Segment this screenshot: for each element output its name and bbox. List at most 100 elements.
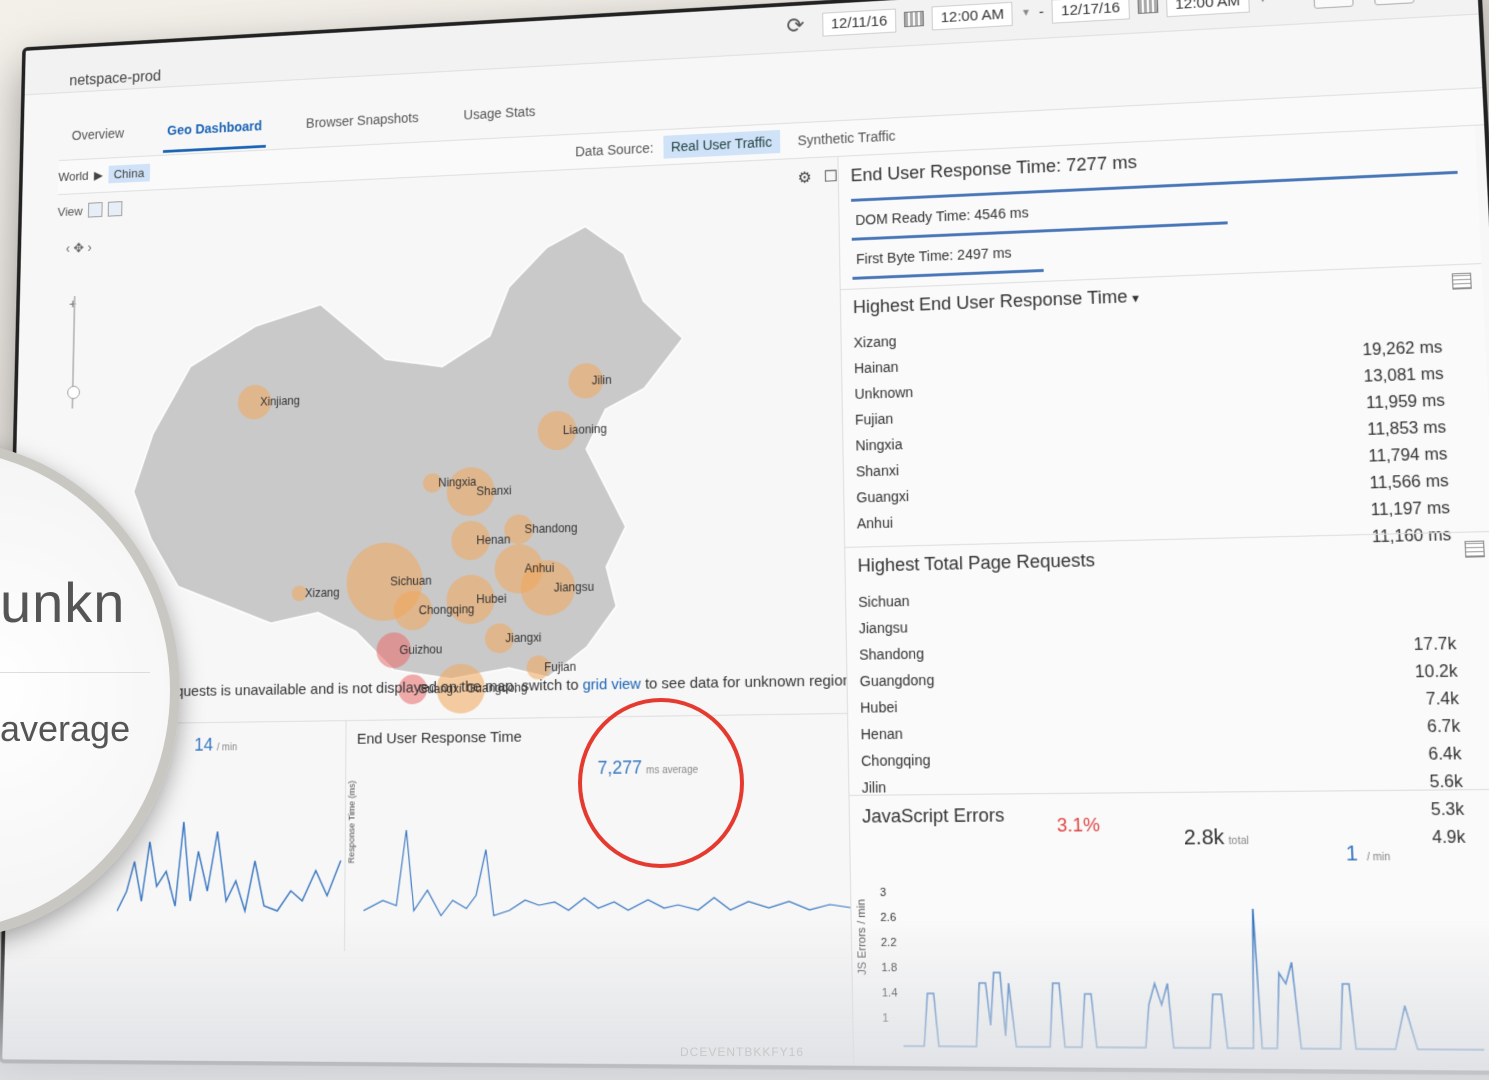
tab-overview[interactable]: Overview: [68, 109, 128, 158]
region-name: Guangxi: [856, 488, 910, 506]
tab-usage-stats[interactable]: Usage Stats: [460, 86, 540, 137]
watermark: DCEVENTBKKFY16: [680, 1045, 805, 1059]
start-time-field[interactable]: 12:00 AM: [931, 1, 1014, 30]
region-value: 10.2k: [1414, 662, 1459, 682]
js-errors-rate: 1/ min: [1345, 842, 1391, 866]
monitor-screen: netspace-prod ⟳ 12/11/16 12:00 AM ▼ - 12…: [0, 0, 1489, 1076]
breadcrumb-world[interactable]: World: [58, 169, 88, 184]
region-name: Shanxi: [855, 462, 900, 480]
region-name: Shandong: [859, 645, 925, 663]
download-icon[interactable]: ⤓: [1312, 0, 1354, 9]
chevron-down-icon[interactable]: ▼: [1258, 0, 1269, 5]
region-name: Fujian: [854, 410, 894, 428]
chevron-down-icon[interactable]: ▼: [1021, 7, 1031, 18]
tab-geo-dashboard[interactable]: Geo Dashboard: [163, 101, 266, 153]
globe-icon[interactable]: [87, 202, 103, 218]
magnified-average: average: [0, 708, 131, 749]
map-label-fujian: Fujian: [544, 661, 576, 674]
region-name: Unknown: [854, 384, 914, 402]
region-value: 11,853 ms: [1366, 419, 1447, 440]
region-value: 7.4k: [1425, 690, 1460, 709]
highest-response-panel: Highest End User Response Time ▼ Xizang Ha…: [840, 263, 1489, 548]
top-bar: netspace-prod ⟳ 12/11/16 12:00 AM ▼ - 12…: [24, 0, 1479, 96]
breadcrumb-china[interactable]: China: [108, 163, 150, 184]
region-name: Chongqing: [860, 751, 931, 770]
map-label-henan: Henan: [476, 534, 510, 547]
toolbar-icons: ⤓ ▭: [1312, 0, 1415, 9]
highest-requests-title: Highest Total Page Requests: [857, 549, 1096, 576]
region-value: 11,566 ms: [1369, 472, 1450, 493]
map-label-guizhou: Guizhou: [399, 644, 442, 657]
map-label-jiangxi: Jiangxi: [505, 632, 541, 645]
dom-ready-time: DOM Ready Time: 4546 ms: [855, 204, 1029, 228]
calendar-icon[interactable]: [1137, 0, 1159, 14]
region-value: 13,081 ms: [1363, 365, 1445, 386]
response-y-axis-label: Response Time (ms): [346, 780, 357, 864]
gear-icon[interactable]: ⚙: [798, 168, 812, 188]
region-name: Jiangsu: [858, 619, 908, 637]
highlight-circle: [578, 698, 744, 868]
map-label-shanxi: Shanxi: [476, 485, 511, 498]
calendar-icon[interactable]: [903, 10, 925, 28]
synthetic-traffic-button[interactable]: Synthetic Traffic: [789, 124, 903, 153]
save-icon[interactable]: ▭: [1373, 0, 1415, 6]
region-value: 11,197 ms: [1370, 499, 1451, 520]
chevron-right-icon: ▶: [93, 167, 104, 182]
map-label-jilin: Jilin: [592, 375, 612, 388]
maximize-icon[interactable]: ☐: [823, 167, 837, 187]
data-source-label: Data Source:: [575, 140, 654, 160]
end-time-field[interactable]: 12:00 AM: [1165, 0, 1250, 17]
real-user-traffic-button[interactable]: Real User Traffic: [663, 129, 781, 159]
region-name: Henan: [860, 725, 903, 743]
grid-icon[interactable]: [107, 201, 123, 217]
response-chart-title: End User Response Time: [356, 728, 522, 748]
end-date-field[interactable]: 12/17/16: [1051, 0, 1130, 24]
grid-icon[interactable]: [1464, 540, 1485, 558]
map-label-anhui: Anhui: [525, 563, 555, 576]
map-tools: ⚙ ☐: [798, 167, 838, 188]
notice-suffix: to see data for unknown regions.: [644, 671, 864, 693]
start-date-field[interactable]: 12/11/16: [821, 8, 897, 37]
end-user-response-title: End User Response Time: 7277 ms: [850, 152, 1138, 186]
highest-response-title[interactable]: Highest End User Response Time ▼: [853, 286, 1141, 318]
region-value: 6.4k: [1427, 745, 1462, 764]
map-label-ningxia: Ningxia: [438, 476, 477, 489]
pan-control-icon[interactable]: ‹ ✥ ›: [66, 240, 92, 257]
region-value: 11,959 ms: [1365, 392, 1446, 413]
js-errors-percent: 3.1%: [1056, 814, 1101, 836]
highest-response-list: Xizang Hainan 19,262 ms Unknown 13,081 ms Fuj…: [853, 308, 1451, 563]
grid-icon[interactable]: [1451, 272, 1472, 290]
map-label-chongqing: Chongqing: [419, 604, 475, 618]
map-label-hubei: Hubei: [476, 593, 506, 606]
region-name: Hainan: [853, 358, 899, 377]
zoom-slider-handle[interactable]: [67, 385, 81, 400]
y-tick-label: 3: [879, 886, 887, 900]
region-name: Anhui: [856, 514, 894, 532]
refresh-icon[interactable]: ⟳: [786, 13, 804, 39]
region-name: Xizang: [853, 333, 897, 351]
first-byte-time: First Byte Time: 2497 ms: [855, 244, 1012, 267]
view-label: View: [57, 203, 83, 219]
region-value: 17.7k: [1413, 635, 1457, 655]
map-label-xinjiang: Xinjiang: [260, 395, 300, 408]
region-name: Jilin: [861, 779, 887, 796]
js-errors-total: 2.8k total: [1183, 826, 1250, 850]
region-name: Sichuan: [858, 592, 910, 611]
region-name: Ningxia: [855, 436, 903, 454]
region-value: 19,262 ms: [1362, 339, 1443, 360]
grid-view-link[interactable]: grid view: [583, 676, 641, 694]
tab-browser-snapshots[interactable]: Browser Snapshots: [302, 93, 422, 146]
region-name: Hubei: [860, 698, 898, 716]
app-title: netspace-prod: [69, 68, 162, 90]
region-value: 11,794 ms: [1368, 445, 1448, 466]
breadcrumb: World ▶ China: [58, 163, 150, 186]
chevron-down-icon: ▼: [1129, 292, 1142, 306]
first-byte-bar: [852, 268, 1044, 280]
map-label-xizang: Xizang: [305, 587, 340, 600]
china-map[interactable]: Xinjiang Jilin Liaoning NingxiaShanxi Shando…: [111, 203, 686, 724]
zoom-slider[interactable]: [67, 296, 81, 409]
map-label-jiangsu: Jiangsu: [554, 581, 594, 594]
map-label-liaoning: Liaoning: [563, 424, 607, 438]
requests-stat: 14/ min: [194, 734, 238, 755]
highest-requests-panel: Highest Total Page Requests Sichuan Jiang…: [845, 530, 1489, 847]
